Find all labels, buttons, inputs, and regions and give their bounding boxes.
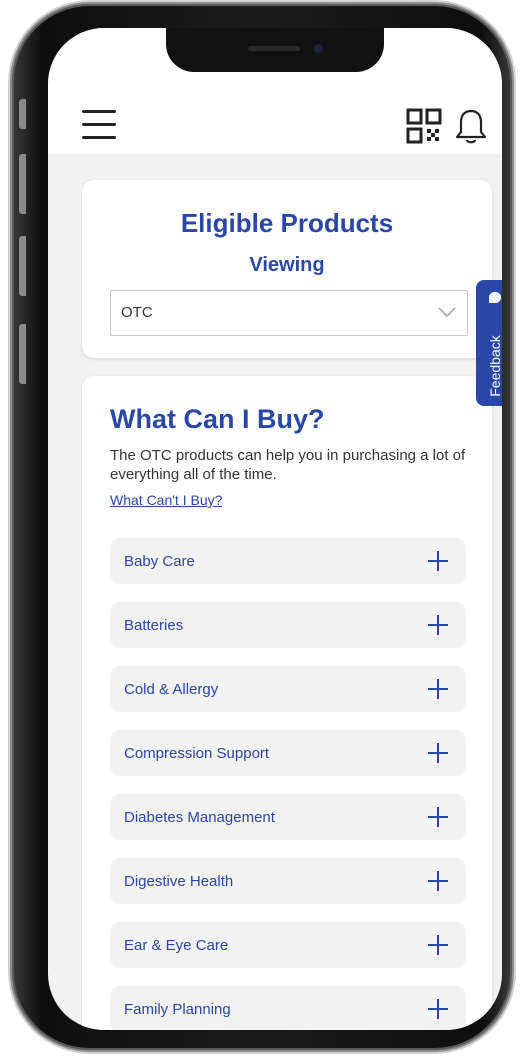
category-label: Ear & Eye Care [124, 937, 229, 954]
category-item-baby-care[interactable]: Baby Care [110, 538, 466, 584]
eligible-products-card: Eligible Products Viewing OTC [82, 180, 492, 358]
category-item-family-planning[interactable]: Family Planning [110, 986, 466, 1030]
phone-notch [166, 28, 384, 72]
side-button-mute [19, 99, 26, 129]
notification-bell-icon[interactable] [454, 108, 488, 146]
product-type-value: OTC [121, 304, 153, 321]
side-button-volume-up [19, 154, 26, 214]
speaker-grille [248, 46, 300, 51]
category-item-diabetes-management[interactable]: Diabetes Management [110, 794, 466, 840]
chevron-down-icon [438, 307, 456, 318]
plus-icon[interactable] [428, 871, 448, 891]
category-label: Diabetes Management [124, 809, 275, 826]
category-item-cold-allergy[interactable]: Cold & Allergy [110, 666, 466, 712]
category-item-ear-eye-care[interactable]: Ear & Eye Care [110, 922, 466, 968]
category-list: Baby Care Batteries Cold & Allergy Compr… [110, 538, 466, 1030]
plus-icon[interactable] [428, 999, 448, 1019]
category-label: Batteries [124, 617, 184, 634]
side-button-extra [19, 324, 26, 384]
plus-icon[interactable] [428, 551, 448, 571]
what-cant-i-buy-link[interactable]: What Can't I Buy? [110, 492, 222, 508]
chat-bubble-icon [489, 292, 501, 303]
phone-frame: Eligible Products Viewing OTC What Can I… [12, 4, 512, 1050]
plus-icon[interactable] [428, 807, 448, 827]
phone-screen: Eligible Products Viewing OTC What Can I… [48, 28, 502, 1030]
category-item-digestive-health[interactable]: Digestive Health [110, 858, 466, 904]
plus-icon[interactable] [428, 743, 448, 763]
category-label: Cold & Allergy [124, 681, 219, 698]
side-button-volume-down [19, 236, 26, 296]
category-label: Digestive Health [124, 873, 234, 890]
category-label: Compression Support [124, 745, 270, 762]
category-item-batteries[interactable]: Batteries [110, 602, 466, 648]
what-can-i-buy-card: What Can I Buy? The OTC products can hel… [82, 376, 492, 1030]
what-can-i-buy-description: The OTC products can help you in purchas… [110, 447, 466, 483]
front-camera [314, 44, 323, 53]
eligible-products-title: Eligible Products [180, 208, 394, 238]
qr-code-icon[interactable] [406, 108, 442, 144]
plus-icon[interactable] [428, 679, 448, 699]
feedback-label: Feedback [487, 335, 502, 397]
plus-icon[interactable] [428, 935, 448, 955]
hamburger-menu-icon[interactable] [82, 110, 116, 144]
category-label: Baby Care [124, 553, 195, 570]
feedback-tab[interactable]: Feedback [476, 280, 502, 406]
what-can-i-buy-heading: What Can I Buy? [110, 404, 325, 434]
category-item-compression-support[interactable]: Compression Support [110, 730, 466, 776]
plus-icon[interactable] [428, 615, 448, 635]
product-type-select[interactable]: OTC [110, 290, 468, 336]
category-label: Family Planning [124, 1001, 231, 1018]
viewing-label: Viewing [249, 254, 325, 276]
